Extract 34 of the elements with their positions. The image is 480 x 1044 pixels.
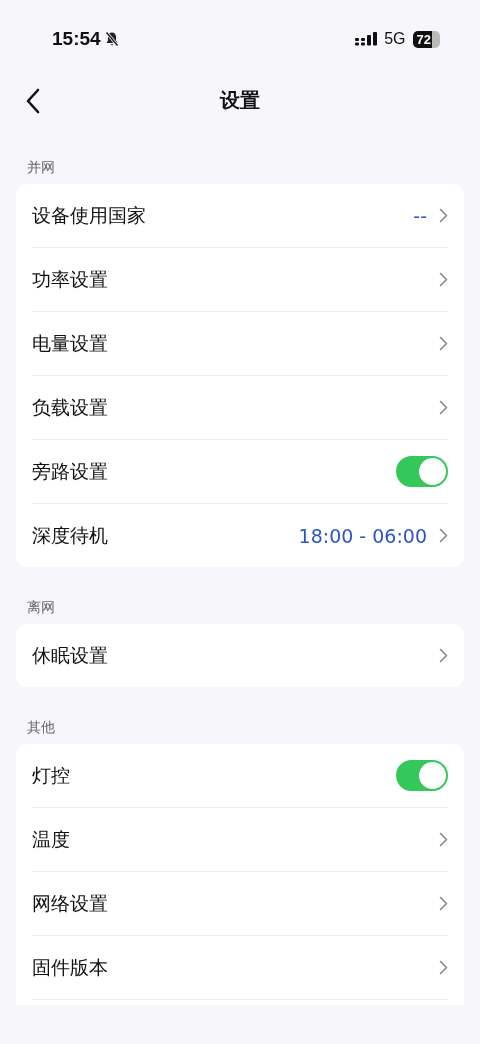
setting-label: 负载设置 [32, 394, 109, 420]
setting-label: 深度待机 [32, 522, 109, 548]
battery-indicator: 72 [412, 30, 440, 48]
network-label: 5G [384, 30, 406, 48]
back-button[interactable] [24, 86, 42, 116]
chevron-icon[interactable] [439, 528, 448, 543]
setting-label: 电量设置 [32, 330, 109, 356]
setting-value: 18:00 - 06:00 [298, 524, 427, 547]
chevron-icon[interactable] [439, 896, 448, 911]
section-header: 离网 [27, 598, 55, 616]
setting-label: 固件版本 [32, 954, 109, 980]
section-header: 并网 [27, 158, 55, 176]
setting-label: 灯控 [32, 762, 71, 788]
setting-label: 设备使用国家 [32, 202, 147, 228]
chevron-icon[interactable] [439, 648, 448, 663]
chevron-icon[interactable] [439, 336, 448, 351]
signal-icon [355, 32, 378, 46]
setting-label: 功率设置 [32, 266, 109, 292]
status-time: 15:54 [52, 28, 101, 50]
page-title: 设置 [220, 86, 260, 114]
chevron-icon[interactable] [439, 960, 448, 975]
muted-bell-icon [104, 31, 119, 47]
chevron-icon[interactable] [439, 272, 448, 287]
chevron-icon[interactable] [439, 208, 448, 223]
section-header: 其他 [27, 718, 55, 736]
setting-label: 休眠设置 [32, 642, 109, 668]
chevron-icon[interactable] [439, 400, 448, 415]
toggle-switch[interactable] [396, 456, 448, 487]
toggle-switch[interactable] [396, 760, 448, 791]
setting-label: 旁路设置 [32, 458, 109, 484]
setting-value: -- [413, 204, 427, 227]
chevron-icon[interactable] [439, 832, 448, 847]
setting-label: 网络设置 [32, 890, 109, 916]
setting-label: 温度 [32, 826, 71, 852]
